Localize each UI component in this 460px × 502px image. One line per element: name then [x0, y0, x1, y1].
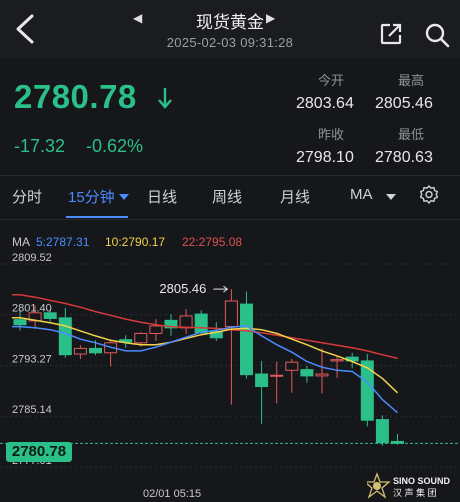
price-change-pct: -0.62% [86, 136, 144, 156]
candle-body [360, 360, 374, 421]
tab-timeshare[interactable]: 分时 [12, 186, 42, 207]
y-tick-label: 2809.52 [12, 252, 52, 264]
candle-body [270, 374, 284, 377]
ma22-legend: 22:2795.08 [182, 235, 243, 249]
chevron-down-icon[interactable] [386, 194, 396, 200]
ma-legend-prefix: MA [12, 235, 30, 249]
candle-body [89, 347, 102, 354]
candle-body [300, 369, 314, 377]
svg-text:汉 声 集 团: 汉 声 集 团 [393, 487, 437, 498]
tab-weekly[interactable]: 周线 [212, 186, 242, 207]
candle-body [255, 373, 269, 388]
search-icon[interactable] [424, 22, 450, 48]
tab-monthly[interactable]: 月线 [280, 186, 310, 207]
candle-body [224, 300, 238, 328]
tab-ma[interactable]: MA [350, 186, 373, 203]
open-label: 今开 [318, 73, 345, 88]
candle-body [179, 315, 193, 329]
y-tick-label: 2785.14 [12, 404, 52, 416]
chevron-down-icon[interactable] [119, 194, 129, 200]
candle-body [134, 332, 148, 344]
low-label: 最低 [398, 127, 425, 142]
ma5-legend: 5:2787.31 [36, 235, 90, 249]
candle-body [285, 361, 299, 371]
price-change: -17.32 [14, 136, 66, 156]
high-annotation: 2805.46 [159, 281, 206, 296]
divider [0, 175, 460, 176]
candle-body [240, 303, 253, 376]
tab-15min[interactable]: 15分钟 [68, 186, 115, 207]
next-instrument-arrow[interactable]: ▶ [266, 11, 275, 25]
active-tab-indicator [66, 216, 128, 218]
prev-close-value: 2798.10 [296, 149, 354, 166]
share-icon[interactable] [379, 22, 403, 46]
ma10-legend: 10:2790.17 [105, 235, 166, 249]
candle-body [194, 313, 208, 334]
candle-body [73, 347, 87, 355]
low-value: 2780.63 [375, 149, 433, 166]
current-price-tag: 2780.78 [6, 442, 72, 462]
candle-body [58, 317, 72, 356]
candlestick-chart[interactable]: 2809.522801.402793.272785.142777.012805.… [0, 250, 460, 502]
candle-body [149, 325, 163, 334]
open-value: 2803.64 [296, 95, 354, 112]
high-label: 最高 [398, 73, 425, 88]
prev-close-label: 昨收 [318, 127, 345, 142]
candle-body [315, 373, 329, 377]
candle-body [375, 419, 389, 444]
candle-body [13, 319, 27, 326]
candle-body [330, 359, 344, 362]
y-tick-label: 2793.27 [12, 353, 52, 365]
brand-logo: SINO SOUND 汉 声 集 团 [367, 472, 451, 499]
high-value: 2805.46 [375, 95, 433, 112]
down-arrow-icon [158, 88, 172, 109]
svg-text:SINO SOUND: SINO SOUND [393, 476, 451, 486]
last-price: 2780.78 [14, 78, 137, 115]
gear-icon[interactable] [419, 185, 439, 205]
divider [0, 219, 460, 220]
x-axis-label: 02/01 05:15 [143, 488, 202, 500]
y-tick-label: 2801.40 [12, 303, 52, 315]
tab-daily[interactable]: 日线 [147, 186, 177, 207]
